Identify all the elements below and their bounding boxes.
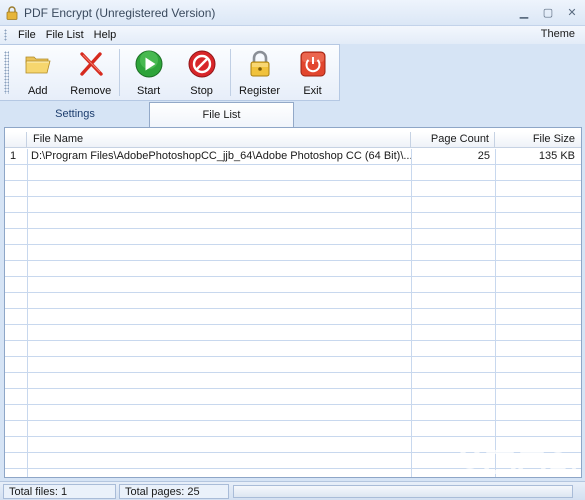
remove-button[interactable]: Remove: [64, 45, 117, 100]
stop-button[interactable]: Stop: [175, 45, 228, 100]
start-label: Start: [137, 85, 161, 97]
menu-grip: [4, 29, 7, 41]
toolbar-separator: [230, 49, 231, 96]
column-header-number[interactable]: [5, 132, 27, 148]
lock-app-icon: [6, 5, 18, 20]
toolbar-grip: [4, 51, 10, 94]
menu-file-list[interactable]: File List: [41, 29, 89, 41]
column-header-page-count[interactable]: Page Count: [411, 132, 495, 148]
app-group: Register Exit: [233, 45, 339, 100]
status-total-pages: Total pages: 25: [119, 483, 229, 499]
start-button[interactable]: Start: [122, 45, 175, 100]
remove-x-icon: [80, 52, 103, 76]
add-label: Add: [27, 85, 48, 97]
status-total-files: Total files: 1: [3, 483, 116, 499]
tab-settings[interactable]: Settings: [0, 101, 150, 127]
stop-label: Stop: [190, 85, 213, 97]
window-title: PDF Encrypt (Unregistered Version): [24, 5, 216, 20]
row-number: 1: [10, 150, 17, 162]
register-label: Register: [239, 85, 280, 97]
table-body: 1 D:\Program Files\AdobePhotoshopCC_jjb_…: [5, 149, 581, 477]
table-header: File Name Page Count File Size: [5, 132, 581, 148]
padlock-icon: [250, 50, 269, 77]
toolbar: Add Remove Start Stop Register Exit: [0, 44, 340, 101]
stop-icon: [188, 50, 216, 78]
menu-bar: File File List Help Theme: [0, 26, 585, 44]
exit-button[interactable]: Exit: [286, 45, 339, 100]
remove-label: Remove: [70, 85, 112, 97]
folder-open-icon: [25, 56, 51, 74]
tab-file-list[interactable]: File List: [149, 102, 294, 127]
exit-label: Exit: [303, 85, 322, 97]
menu-file[interactable]: File: [13, 29, 41, 41]
column-header-file-size[interactable]: File Size: [495, 132, 581, 148]
register-button[interactable]: Register: [233, 45, 286, 100]
table-row[interactable]: 1 D:\Program Files\AdobePhotoshopCC_jjb_…: [5, 149, 581, 165]
play-icon: [135, 50, 163, 78]
column-header-file-name[interactable]: File Name: [27, 132, 411, 148]
add-button[interactable]: Add: [11, 45, 64, 100]
window-controls: ▁ ▢ ✕: [517, 5, 579, 19]
progress-bar: [233, 484, 573, 498]
menu-help[interactable]: Help: [89, 29, 122, 41]
close-icon[interactable]: ✕: [565, 5, 579, 19]
watermark-logo: [434, 447, 577, 474]
row-page-count: 25: [477, 150, 490, 162]
power-icon: [300, 51, 325, 77]
file-list-table[interactable]: File Name Page Count File Size 1 D:\Prog…: [4, 127, 582, 478]
minimize-icon[interactable]: ▁: [517, 5, 531, 19]
row-file-size: 135 KB: [538, 150, 575, 162]
tab-strip: Settings File List: [0, 101, 585, 127]
run-group: Start Stop: [122, 45, 228, 100]
maximize-icon[interactable]: ▢: [541, 5, 555, 19]
file-group: Add Remove: [11, 45, 117, 100]
status-bar: Total files: 1 Total pages: 25: [0, 481, 585, 500]
row-file-name: D:\Program Files\AdobePhotoshopCC_jjb_64…: [31, 150, 411, 162]
title-bar: PDF Encrypt (Unregistered Version) ▁ ▢ ✕: [0, 0, 585, 26]
toolbar-separator: [119, 49, 121, 96]
menu-theme[interactable]: Theme: [541, 28, 575, 40]
